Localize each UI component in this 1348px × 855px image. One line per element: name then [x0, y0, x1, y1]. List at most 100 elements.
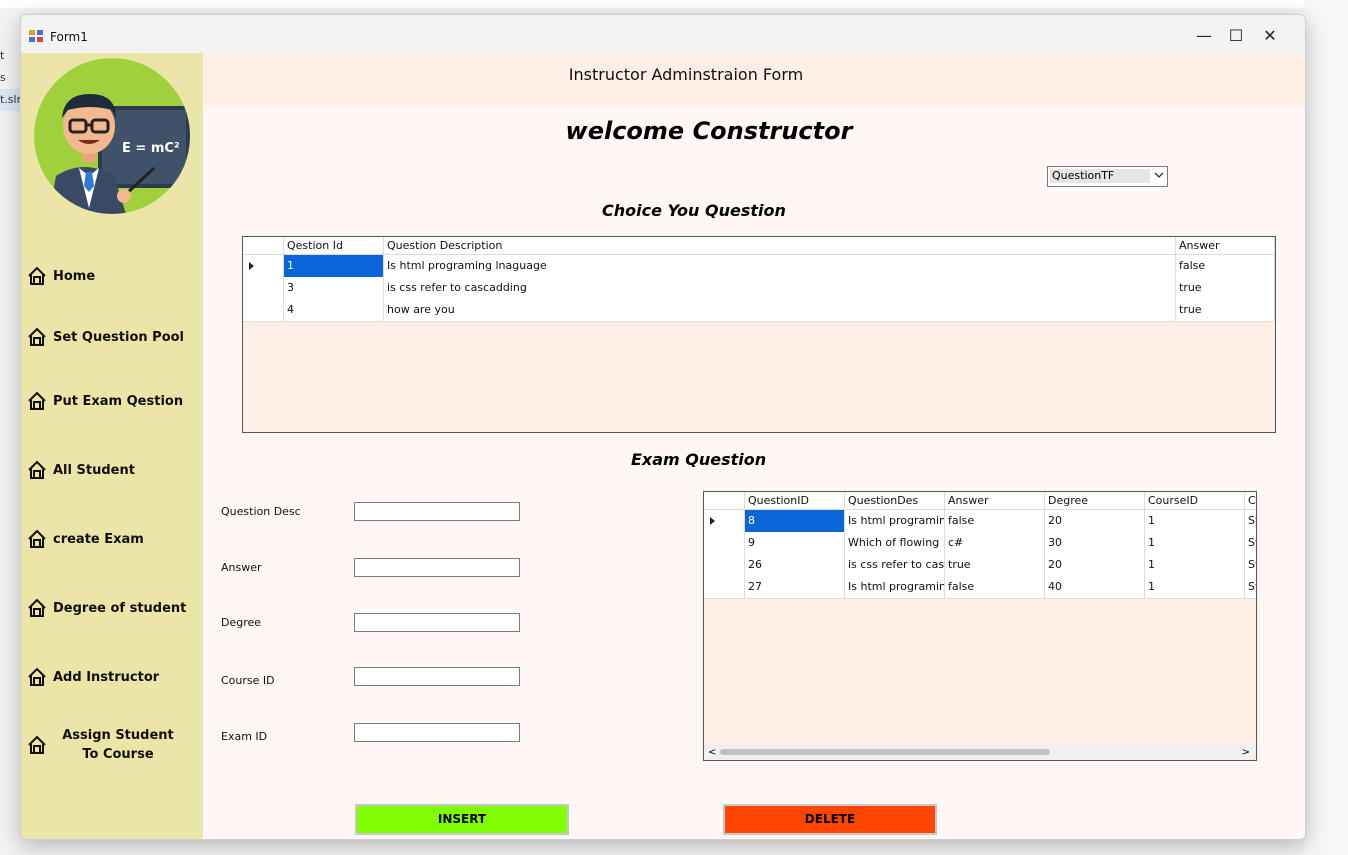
table-cell[interactable]: 3 [284, 277, 384, 299]
svg-text:E = mC²: E = mC² [122, 141, 180, 156]
column-header[interactable]: Degree [1045, 492, 1145, 509]
scroll-thumb[interactable] [720, 749, 1050, 755]
table-cell[interactable]: Is html programin... [845, 510, 945, 532]
table-cell[interactable]: 1 [1145, 576, 1245, 598]
table-cell[interactable]: true [1176, 277, 1275, 299]
table-row[interactable]: 4 how are you true [243, 299, 1275, 322]
delete-button[interactable]: DELETE [723, 804, 937, 835]
table-cell[interactable]: true [1176, 299, 1275, 321]
table-cell[interactable]: is css refer to cascadding [384, 277, 1176, 299]
row-header[interactable] [704, 532, 745, 554]
course-id-input[interactable] [354, 667, 520, 686]
table-cell[interactable]: 4 [284, 299, 384, 321]
row-header[interactable] [243, 277, 284, 299]
exam-section-title: Exam Question [631, 450, 767, 469]
column-header[interactable]: CourseID [1145, 492, 1245, 509]
table-cell[interactable]: 20 [1045, 510, 1145, 532]
table-cell[interactable]: Sy [1245, 576, 1256, 598]
table-cell[interactable]: 1 [284, 255, 384, 277]
row-header[interactable] [704, 576, 745, 598]
table-cell[interactable]: Sy [1245, 532, 1256, 554]
scroll-left-icon[interactable]: < [708, 747, 716, 758]
sidebar-item-create-exam[interactable]: create Exam [27, 529, 197, 549]
sidebar-item-label: Degree of student [53, 600, 187, 616]
table-cell[interactable]: 40 [1045, 576, 1145, 598]
insert-button[interactable]: INSERT [355, 804, 569, 835]
degree-label: Degree [221, 616, 262, 629]
row-header[interactable] [704, 554, 745, 576]
table-cell[interactable]: false [945, 576, 1045, 598]
table-row[interactable]: 3 is css refer to cascadding true [243, 277, 1275, 300]
answer-label: Answer [221, 561, 262, 574]
table-cell[interactable]: 1 [1145, 532, 1245, 554]
table-row[interactable]: 26 is css refer to cas... true 20 1 Sy [704, 554, 1256, 577]
table-cell[interactable]: Is html programin... [845, 576, 945, 598]
table-cell[interactable]: 8 [745, 510, 845, 532]
table-row[interactable]: 9 Which of flowing ... c# 30 1 Sy [704, 532, 1256, 555]
sidebar-item-all-student[interactable]: All Student [27, 460, 197, 480]
minimize-button[interactable]: — [1187, 23, 1221, 49]
horizontal-scrollbar[interactable]: < > [704, 744, 1256, 760]
course-id-label: Course ID [221, 674, 275, 687]
table-cell[interactable]: 1 [1145, 510, 1245, 532]
sidebar-item-set-question-pool[interactable]: Set Question Pool [27, 327, 197, 347]
table-cell[interactable]: false [945, 510, 1045, 532]
sidebar-item-label: Add Instructor [53, 669, 160, 685]
row-header[interactable] [704, 510, 745, 532]
maximize-button[interactable]: ☐ [1219, 23, 1253, 49]
table-cell[interactable]: is css refer to cas... [845, 554, 945, 576]
exam-question-grid[interactable]: QuestionID QuestionDes Answer Degree Cou… [703, 491, 1257, 761]
table-cell[interactable]: Which of flowing ... [845, 532, 945, 554]
sidebar-item-label: All Student [53, 462, 135, 478]
table-cell[interactable]: 30 [1045, 532, 1145, 554]
table-cell[interactable]: 26 [745, 554, 845, 576]
sidebar-item-degree-of-student[interactable]: Degree of student [27, 598, 197, 618]
column-header[interactable]: Answer [945, 492, 1045, 509]
background-panel [1304, 0, 1348, 855]
column-header[interactable]: Question Description [384, 237, 1176, 254]
table-cell[interactable]: Sy [1245, 510, 1256, 532]
table-row[interactable]: 8 Is html programin... false 20 1 Sy [704, 510, 1256, 533]
exam-id-input[interactable] [354, 723, 520, 742]
table-cell[interactable]: 27 [745, 576, 845, 598]
column-header[interactable]: QuestionID [745, 492, 845, 509]
sidebar-item-home[interactable]: Home [27, 266, 197, 286]
current-row-arrow-icon [710, 517, 715, 525]
table-cell[interactable]: Sy [1245, 554, 1256, 576]
close-button[interactable]: ✕ [1253, 23, 1287, 49]
choice-question-grid[interactable]: Qestion Id Question Description Answer 1… [242, 236, 1276, 433]
main-panel: Instructor Adminstraion Form welcome Con… [203, 53, 1305, 839]
table-cell[interactable]: how are you [384, 299, 1176, 321]
table-cell[interactable]: c# [945, 532, 1045, 554]
row-header[interactable] [243, 255, 284, 277]
row-header-corner [243, 237, 284, 254]
table-cell[interactable]: Is html programing lnaguage [384, 255, 1176, 277]
title-bar: Form1 — ☐ ✕ [21, 15, 1305, 53]
answer-input[interactable] [354, 558, 520, 577]
table-row[interactable]: 1 Is html programing lnaguage false [243, 255, 1275, 278]
home-icon [28, 667, 46, 686]
column-header[interactable]: QuestionDes [845, 492, 945, 509]
column-header[interactable]: C [1245, 492, 1256, 509]
table-cell[interactable]: false [1176, 255, 1275, 277]
question-desc-input[interactable] [354, 502, 520, 521]
column-header[interactable]: Answer [1176, 237, 1275, 254]
table-cell[interactable]: 1 [1145, 554, 1245, 576]
degree-input[interactable] [354, 613, 520, 632]
sidebar-item-assign-student-to-course[interactable]: Assign Student To Course [27, 726, 197, 764]
table-row[interactable]: 27 Is html programin... false 40 1 Sy [704, 576, 1256, 599]
column-header[interactable]: Qestion Id [284, 237, 384, 254]
table-cell[interactable]: true [945, 554, 1045, 576]
sidebar-item-put-exam-question[interactable]: Put Exam Qestion [27, 391, 197, 411]
table-cell[interactable]: 9 [745, 532, 845, 554]
scroll-right-icon[interactable]: > [1242, 747, 1250, 758]
table-cell[interactable]: 20 [1045, 554, 1145, 576]
choice-section-title: Choice You Question [602, 201, 786, 220]
question-type-select[interactable]: QuestionTF [1047, 166, 1168, 187]
row-header[interactable] [243, 299, 284, 321]
home-icon [28, 735, 46, 754]
sidebar-item-label: Set Question Pool [53, 329, 185, 345]
sidebar-item-label: Home [53, 268, 96, 284]
sidebar-item-add-instructor[interactable]: Add Instructor [27, 667, 197, 687]
chevron-down-icon [1154, 172, 1164, 178]
